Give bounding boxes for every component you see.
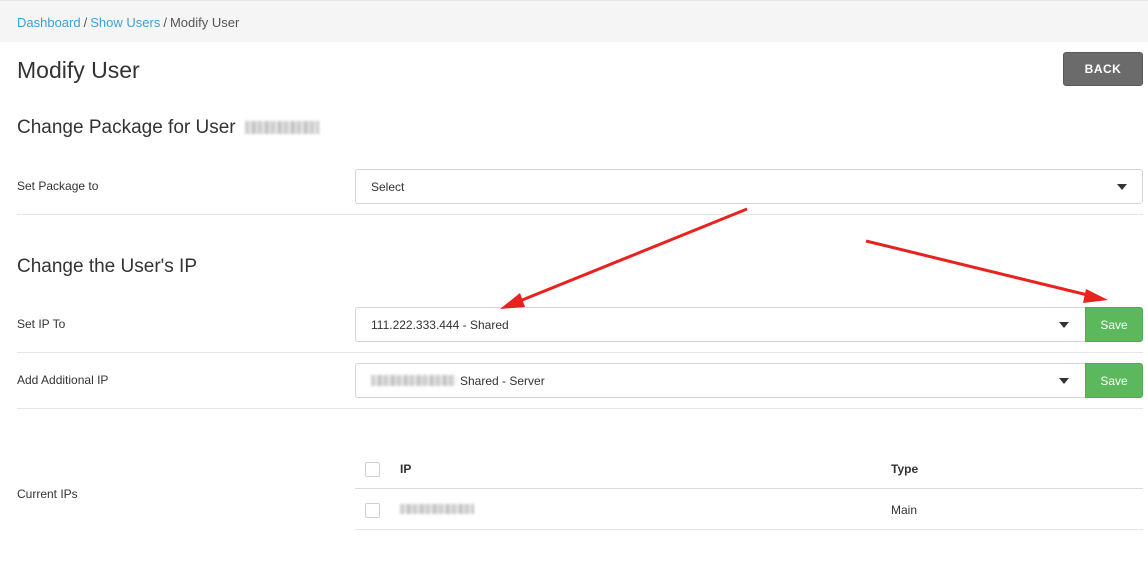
chevron-down-icon [1059,378,1069,384]
breadcrumb-link-dashboard[interactable]: Dashboard [17,15,81,30]
additional-ip-select[interactable]: Shared - Server [355,363,1086,398]
set-package-label: Set Package to [17,179,99,193]
chevron-down-icon [1059,322,1069,328]
package-select-value: Select [371,179,405,194]
breadcrumb-separator: / [83,15,88,30]
column-header-type[interactable]: Type [891,462,918,476]
column-header-ip[interactable]: IP [400,462,411,476]
breadcrumb-bar: Dashboard / Show Users / Modify User [0,0,1148,42]
set-ip-select[interactable]: 111.222.333.444 - Shared [355,307,1086,342]
additional-ip-label: Add Additional IP [17,373,109,387]
back-button[interactable]: BACK [1063,52,1143,86]
change-package-heading: Change Package for User [17,117,319,139]
additional-ip-save-button[interactable]: Save [1085,363,1143,398]
current-ips-label: Current IPs [17,487,78,501]
arrow-to-ip-select [504,207,748,309]
divider [17,352,1143,353]
set-ip-save-button[interactable]: Save [1085,307,1143,342]
additional-ip-select-value: Shared - Server [460,373,545,388]
divider [17,408,1143,409]
package-select[interactable]: Select [355,169,1143,204]
redacted-username [244,121,319,135]
breadcrumb: Dashboard / Show Users / Modify User [17,15,239,30]
breadcrumb-link-show-users[interactable]: Show Users [90,15,160,30]
divider [17,214,1143,215]
redacted-ip [400,504,474,514]
breadcrumb-separator: / [163,15,167,30]
breadcrumb-current: Modify User [169,15,240,30]
current-ips-table-header: IP Type [355,451,1143,489]
set-ip-select-value: 111.222.333.444 - Shared [371,317,509,332]
table-row: Main [355,490,1143,530]
set-ip-label: Set IP To [17,317,66,331]
page-title: Modify User [17,57,140,83]
redacted-ip [371,375,455,386]
select-all-checkbox[interactable] [365,462,380,477]
arrow-to-save-button [865,239,1101,300]
ip-type-cell: Main [891,503,918,517]
change-package-title: Change Package for User [17,117,236,138]
change-ip-title: Change the User's IP [17,256,197,277]
chevron-down-icon [1117,184,1127,190]
row-checkbox[interactable] [365,503,380,518]
arrow-head-icon [1083,289,1108,303]
